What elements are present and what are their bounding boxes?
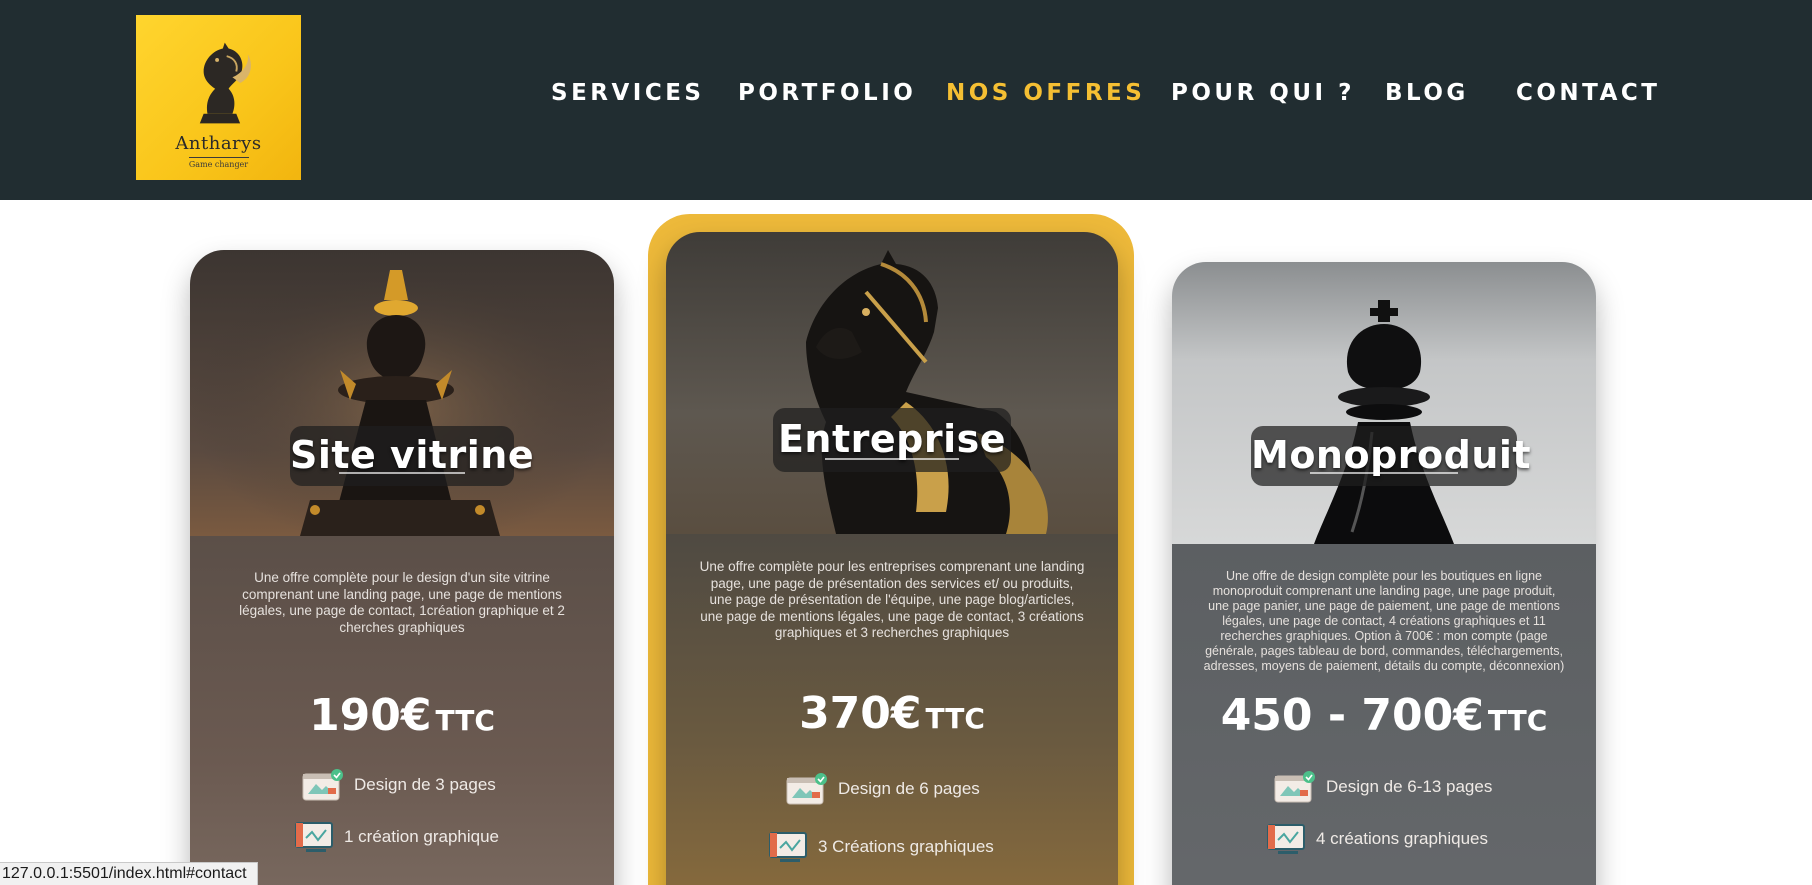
design-pages-icon — [786, 772, 828, 806]
offer-card-site-vitrine[interactable]: Site vitrine Une offre complète pour le … — [190, 250, 614, 885]
nav-item-nos-offres[interactable]: NOS OFFRES — [946, 80, 1145, 106]
brand-tagline: Game changer — [188, 160, 249, 169]
feature-item: Design de 6 pages — [786, 772, 980, 806]
feature-item: Design de 3 pages — [302, 768, 496, 802]
offer-price: 190€ TTC — [190, 690, 614, 741]
feature-item: 1 création graphique — [292, 820, 499, 854]
price-amount: 450 - 700€ — [1220, 690, 1484, 741]
title-underline — [1309, 472, 1459, 474]
chess-queen-image — [1172, 262, 1596, 544]
offer-title-box: Site vitrine — [290, 426, 534, 486]
nav-item-portfolio[interactable]: PORTFOLIO — [738, 80, 916, 106]
offer-price: 450 - 700€ TTC — [1172, 690, 1596, 741]
nav-item-pour-qui[interactable]: POUR QUI ? — [1171, 80, 1355, 106]
graphic-creation-icon — [766, 830, 808, 864]
offer-card-entreprise[interactable]: Entreprise Une offre complète pour les e… — [666, 232, 1118, 885]
brand-name: Antharys — [175, 133, 262, 154]
design-pages-icon — [302, 768, 344, 802]
browser-status-url: 127.0.0.1:5501/index.html#contact — [0, 862, 258, 885]
chess-knight-image — [666, 232, 1118, 534]
nav-item-services[interactable]: SERVICES — [551, 80, 705, 106]
title-underline — [339, 472, 465, 474]
offer-title: Monoproduit — [1251, 433, 1532, 477]
offer-card-monoproduit[interactable]: Monoproduit Une offre de design complète… — [1172, 262, 1596, 885]
price-suffix: TTC — [925, 702, 985, 735]
feature-label: Design de 6 pages — [838, 779, 980, 798]
offer-title-box: Monoproduit — [1251, 426, 1531, 486]
price-amount: 190€ — [309, 690, 432, 741]
feature-label: Design de 3 pages — [354, 775, 496, 794]
graphic-creation-icon — [292, 820, 334, 854]
chess-knight-logo-icon — [199, 42, 251, 124]
chess-bishop-image — [190, 250, 614, 536]
nav-item-contact[interactable]: CONTACT — [1516, 80, 1660, 106]
price-suffix: TTC — [435, 704, 495, 737]
feature-item: Design de 6-13 pages — [1274, 770, 1492, 804]
offer-title-box: Entreprise — [773, 408, 1011, 472]
offer-description: Une offre de design complète pour les bo… — [1203, 569, 1565, 673]
feature-item: 3 Créations graphiques — [766, 830, 994, 864]
title-underline — [825, 458, 959, 460]
price-amount: 370€ — [799, 688, 922, 739]
offer-title: Site vitrine — [290, 433, 535, 477]
feature-label: 4 créations graphiques — [1316, 829, 1489, 848]
site-header: Antharys Game changer SERVICES PORTFOLIO… — [0, 0, 1812, 200]
feature-label: Design de 6-13 pages — [1326, 777, 1493, 796]
brand-divider — [188, 157, 249, 158]
offer-description: Une offre complète pour le design d'un s… — [239, 570, 565, 635]
offer-title: Entreprise — [777, 417, 1007, 461]
offer-price: 370€ TTC — [666, 688, 1118, 739]
offer-description: Une offre complète pour les entreprises … — [699, 559, 1085, 640]
feature-label: 1 création graphique — [344, 827, 500, 846]
nav-item-blog[interactable]: BLOG — [1385, 80, 1469, 106]
design-pages-icon — [1274, 770, 1316, 804]
graphic-creation-icon — [1264, 822, 1306, 856]
feature-item: 4 créations graphiques — [1264, 822, 1488, 856]
price-suffix: TTC — [1487, 704, 1548, 737]
brand-logo[interactable]: Antharys Game changer — [136, 15, 301, 180]
feature-label: 3 Créations graphiques — [818, 837, 994, 856]
